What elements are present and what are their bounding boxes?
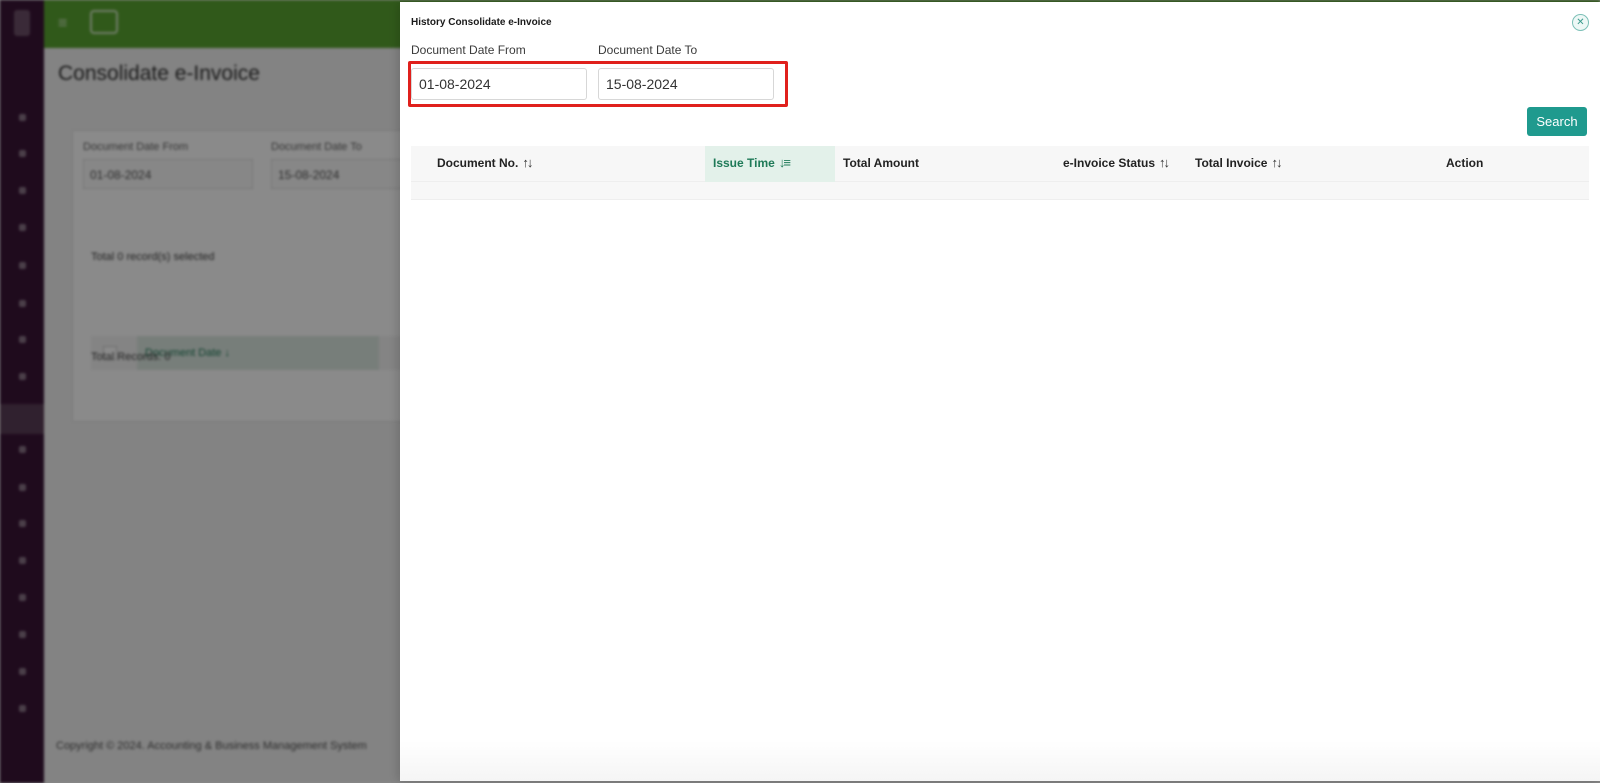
search-button[interactable]: Search: [1527, 107, 1587, 136]
column-header-total-amount: Total Amount: [835, 146, 1055, 182]
column-label: Total Amount: [843, 156, 919, 170]
table-empty-row: [411, 182, 1589, 200]
column-label: Total Invoice: [1195, 156, 1268, 170]
modal-title: History Consolidate e-Invoice: [411, 17, 552, 28]
column-label: Action: [1446, 156, 1484, 170]
column-label: Document No.: [437, 156, 519, 170]
table-header: Document No. ↑↓ Issue Time ↓≡ Total Amount…: [411, 146, 1589, 182]
history-modal: History Consolidate e-Invoice ✕ Document…: [400, 2, 1600, 781]
column-header-total-invoice[interactable]: Total Invoice ↑↓: [1195, 146, 1445, 182]
date-range-highlight: [408, 61, 788, 107]
column-header-issue-time[interactable]: Issue Time ↓≡: [705, 146, 835, 182]
history-table: Document No. ↑↓ Issue Time ↓≡ Total Amount…: [411, 146, 1589, 200]
column-label: e-Invoice Status: [1063, 156, 1156, 170]
close-icon[interactable]: ✕: [1572, 14, 1589, 31]
column-header-action: Action: [1445, 146, 1589, 182]
sort-both-icon[interactable]: ↑↓: [522, 146, 533, 180]
sort-desc-icon[interactable]: ↓≡: [779, 146, 791, 180]
date-from-label: Document Date From: [411, 43, 526, 57]
column-label: Issue Time: [713, 156, 775, 170]
column-header-document-no[interactable]: Document No. ↑↓: [411, 146, 705, 182]
bottom-fade: [400, 741, 1600, 781]
sort-both-icon[interactable]: ↑↓: [1271, 146, 1282, 180]
date-to-label: Document Date To: [598, 43, 698, 57]
column-header-einvoice-status[interactable]: e-Invoice Status ↑↓: [1055, 146, 1195, 182]
sort-both-icon[interactable]: ↑↓: [1159, 146, 1170, 180]
